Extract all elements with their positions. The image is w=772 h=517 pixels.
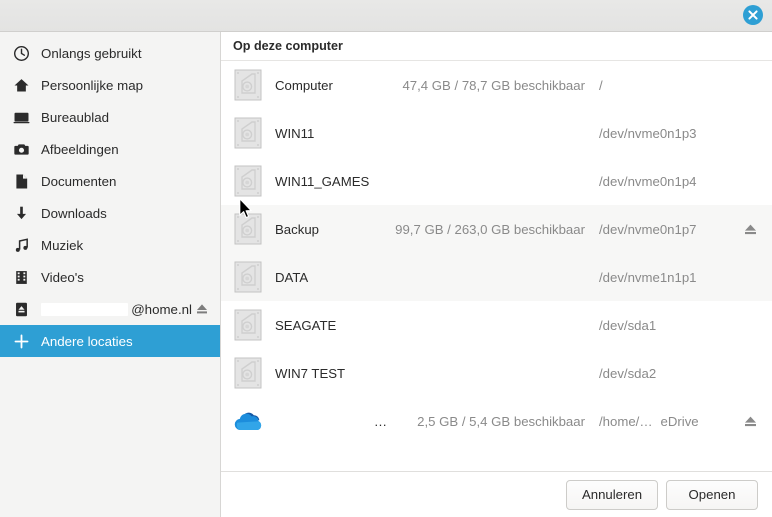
sidebar-item-music[interactable]: Muziek <box>0 229 220 261</box>
hard-disk-icon <box>221 253 275 301</box>
place-label: eDrive <box>660 413 699 429</box>
main-pane: Op deze computer Computer 47,4 GB / 78,7… <box>221 32 772 517</box>
dialog-action-bar: Annuleren Openen <box>221 471 772 517</box>
film-icon <box>10 266 32 288</box>
place-path: /dev/sda1 <box>599 317 657 333</box>
drive-eject-icon <box>10 298 32 320</box>
sidebar-item-label: Bureaublad <box>41 109 110 125</box>
download-icon <box>10 202 32 224</box>
place-name: WIN7 TEST <box>275 365 346 381</box>
sidebar-item-label: Documenten <box>41 173 117 189</box>
onedrive-cloud-icon <box>221 397 275 445</box>
sidebar: Onlangs gebruikt Persoonlijke map Bureau… <box>0 32 221 517</box>
place-name: SEAGATE <box>275 317 337 333</box>
place-path: /dev/nvme0n1p3 <box>599 125 697 141</box>
hard-disk-icon <box>221 109 275 157</box>
close-icon[interactable] <box>743 5 763 25</box>
eject-icon[interactable] <box>728 413 772 430</box>
cancel-button[interactable]: Annuleren <box>566 479 658 510</box>
place-name: WIN11_GAMES <box>275 173 370 189</box>
place-free-space: 99,7 GB / 263,0 GB beschikbaar <box>395 221 585 237</box>
music-icon <box>10 234 32 256</box>
places-list[interactable]: Computer 47,4 GB / 78,7 GB beschikbaar / <box>221 61 772 471</box>
sidebar-item-other-locations[interactable]: Andere locaties <box>0 325 220 357</box>
table-row[interactable]: SEAGATE /dev/sda1 <box>221 301 772 349</box>
redacted-username <box>41 302 129 316</box>
place-path: /dev/nvme1n1p1 <box>599 269 697 285</box>
section-title: Op deze computer <box>221 32 772 61</box>
desktop-icon <box>10 106 32 128</box>
table-row[interactable]: WIN11 /dev/nvme0n1p3 <box>221 109 772 157</box>
sidebar-item-label: Onlangs gebruikt <box>41 45 142 61</box>
table-row[interactable]: Computer 47,4 GB / 78,7 GB beschikbaar / <box>221 61 772 109</box>
sidebar-item-label: Downloads <box>41 205 107 221</box>
sidebar-item-label: @home.nl <box>41 302 192 317</box>
camera-icon <box>10 138 32 160</box>
place-name: DATA <box>275 269 309 285</box>
sidebar-item-label: Afbeeldingen <box>41 141 119 157</box>
sidebar-item-label: Muziek <box>41 237 84 253</box>
sidebar-item-desktop[interactable]: Bureaublad <box>0 101 220 133</box>
place-name: WIN11 <box>275 125 315 141</box>
table-row[interactable]: DATA /dev/nvme1n1p1 <box>221 253 772 301</box>
table-row[interactable]: WIN7 TEST /dev/sda2 <box>221 349 772 397</box>
plus-icon <box>10 330 32 352</box>
document-icon <box>10 170 32 192</box>
place-name: Backup <box>275 221 319 237</box>
hard-disk-icon <box>221 301 275 349</box>
sidebar-item-recent[interactable]: Onlangs gebruikt <box>0 37 220 69</box>
sidebar-item-label: Persoonlijke map <box>41 77 143 93</box>
place-name: … <box>373 413 387 429</box>
eject-icon[interactable] <box>192 299 212 319</box>
file-chooser-dialog: Onlangs gebruikt Persoonlijke map Bureau… <box>0 0 772 517</box>
share-host: @home.nl <box>131 301 192 317</box>
place-name: Computer <box>275 77 333 93</box>
place-path: /dev/sda2 <box>599 365 657 381</box>
hard-disk-icon <box>221 61 275 109</box>
place-path: /home/… <box>599 413 653 429</box>
place-path: / <box>599 77 603 93</box>
table-row[interactable]: Backup 99,7 GB / 263,0 GB beschikbaar /d… <box>221 205 772 253</box>
open-button[interactable]: Openen <box>666 479 758 510</box>
table-row[interactable]: WIN11_GAMES /dev/nvme0n1p4 <box>221 157 772 205</box>
titlebar <box>0 0 772 32</box>
place-path: /dev/nvme0n1p4 <box>599 173 697 189</box>
clock-icon <box>10 42 32 64</box>
hard-disk-icon <box>221 349 275 397</box>
sidebar-item-pictures[interactable]: Afbeeldingen <box>0 133 220 165</box>
hard-disk-icon <box>221 157 275 205</box>
hard-disk-icon <box>221 205 275 253</box>
sidebar-item-label: Andere locaties <box>41 333 133 349</box>
place-path: /dev/nvme0n1p7 <box>599 221 697 237</box>
sidebar-item-documents[interactable]: Documenten <box>0 165 220 197</box>
sidebar-item-downloads[interactable]: Downloads <box>0 197 220 229</box>
place-free-space: 47,4 GB / 78,7 GB beschikbaar <box>402 77 585 93</box>
sidebar-item-videos[interactable]: Video's <box>0 261 220 293</box>
table-row[interactable]: … 2,5 GB / 5,4 GB beschikbaar /home/… eD… <box>221 397 772 445</box>
eject-icon[interactable] <box>728 221 772 238</box>
sidebar-item-label: Video's <box>41 269 84 285</box>
sidebar-item-network-share[interactable]: @home.nl <box>0 293 220 325</box>
sidebar-item-home[interactable]: Persoonlijke map <box>0 69 220 101</box>
place-free-space: 2,5 GB / 5,4 GB beschikbaar <box>417 413 585 429</box>
home-icon <box>10 74 32 96</box>
